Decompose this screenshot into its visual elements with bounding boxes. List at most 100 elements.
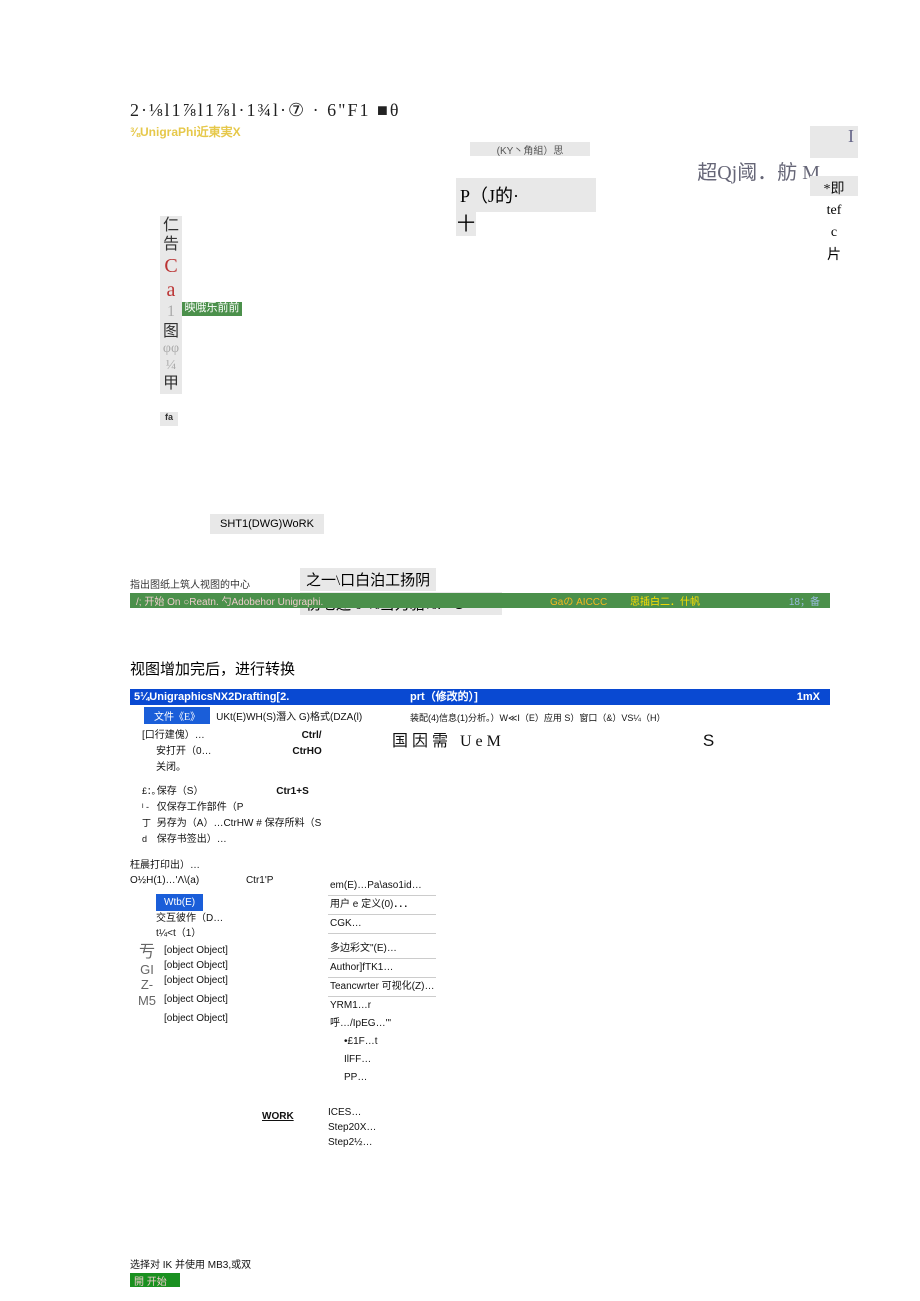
- title-bar: 5¼UnigraphicsNX2Drafting[2. prt（修改的）] 1m…: [130, 689, 830, 705]
- hotkey: Ctr1+S: [276, 784, 309, 800]
- sht-label[interactable]: SHT1(DWG)WoRK: [210, 514, 324, 534]
- menu-label: 保存书签出）…: [157, 834, 227, 845]
- export-item[interactable]: 呼…/IpEG…'": [328, 1015, 436, 1033]
- taskbar-1[interactable]: /; 开始 On ○Reatn. 勺Adobehor Unigraphi. Ga…: [130, 593, 830, 608]
- hotkey: CtrHO: [292, 744, 321, 760]
- plus-icon[interactable]: 十: [456, 210, 476, 236]
- export-item[interactable]: 多边彩文"(E)…: [328, 940, 436, 959]
- export-item[interactable]: YRM1…r: [328, 997, 436, 1015]
- menubar-right[interactable]: 装配(4)信息(1)分析。）W≪I（E）应用 S）窗口（&）VS¼（H）: [410, 711, 665, 724]
- start-button[interactable]: 開 开始: [130, 1273, 180, 1287]
- toolbar-text: 国因需 UeM: [392, 733, 505, 750]
- footer-hint: 指出图纸上筑人视图的中心: [130, 576, 920, 591]
- menu-item-saveas[interactable]: 丁 另存为（A）…CtrHW # 保存所料（S: [142, 816, 830, 832]
- side-char: 1: [160, 302, 182, 321]
- export-item[interactable]: Author]fTK1…: [328, 959, 436, 978]
- star-label: *即: [810, 176, 858, 196]
- title-mid: prt（修改的）]: [410, 689, 478, 705]
- menu-area: 文件《E》 UKt(E)WH(S)潛入 G)格式(DZA(l) 装配(4)信息(…: [130, 707, 830, 1287]
- menu-item-t[interactable]: t¼<t（1）: [156, 926, 830, 941]
- taskbar-time: 18；备: [789, 593, 820, 608]
- step-col: ICES… Step20X… Step2½…: [328, 1105, 376, 1150]
- side-char-c: C: [160, 254, 182, 278]
- prefix: £：。: [142, 784, 154, 798]
- prefix: d: [142, 832, 154, 846]
- work-label: WORK: [262, 1111, 294, 1122]
- step-item[interactable]: Step20X…: [328, 1120, 376, 1135]
- menu-label: 保存（S）: [157, 786, 204, 797]
- tef-list: tef c 片: [810, 200, 858, 267]
- menu-label: 关闭。: [156, 760, 186, 776]
- side-char: ¼: [160, 358, 182, 375]
- app-title: ⅜UnigraPhi近東実X: [130, 123, 920, 140]
- section-caption: 视图增加完后，进行转换: [130, 658, 920, 679]
- export-item[interactable]: IlFF…: [342, 1051, 436, 1069]
- menu-item-print[interactable]: 枉晨打印出）…: [130, 858, 830, 873]
- taskbar-orange[interactable]: Gaの AICCC: [550, 593, 607, 608]
- left-sidebar: 仁 告 C a 1 映哦乐前前 图 φφ ¼ 甲 fa: [160, 216, 920, 426]
- menu-label: 另存为（A）…CtrHW: [157, 818, 254, 829]
- tef-item: 片: [810, 245, 858, 267]
- glyph: GI: [134, 962, 160, 978]
- side-char: 告: [160, 235, 182, 254]
- export-item[interactable]: em(E)…Pa\aso1id…: [328, 877, 436, 896]
- prefix: ᴵ -: [142, 800, 154, 814]
- glyph: M5: [134, 993, 160, 1009]
- menu-item-xh0[interactable]: [object Object]: [164, 973, 830, 988]
- menu-item-recent[interactable]: [object Object]: [164, 992, 830, 1007]
- title-right[interactable]: 1mX: [797, 689, 820, 705]
- top-tab[interactable]: (KY丶角組）思: [470, 142, 590, 156]
- glyph: Z-: [134, 977, 160, 993]
- export-item[interactable]: PP…: [342, 1069, 436, 1087]
- menu-label: 枉晨打印出）…: [130, 860, 200, 871]
- status-hint: 选择对 IK 并使用 MB3,或双: [130, 1256, 830, 1271]
- p-block: P（J的·: [456, 178, 596, 212]
- title-left: 5¼UnigraphicsNX2Drafting[2.: [134, 691, 289, 703]
- taskbar-left[interactable]: /; 开始 On ○Reatn. 勺Adobehor Unigraphi.: [136, 597, 323, 608]
- file-menu-items-2: 枉晨打印出）… O½H(1)…'Λ\(a) Ctr1'P Wtb(E) 交互彼作…: [130, 858, 830, 1026]
- menubar-text[interactable]: UKt(E)WH(S)潛入 G)格式(DZA(l): [216, 708, 362, 723]
- top-right-letter: I: [810, 126, 858, 158]
- export-item[interactable]: CGK…: [328, 915, 436, 934]
- toolbar-s: S: [703, 731, 718, 750]
- export-button[interactable]: Wtb(E): [156, 894, 203, 911]
- hotkey: Ctr1'P: [246, 875, 273, 886]
- menu-label: 安打开（0…: [156, 744, 212, 760]
- menu-item-utility[interactable]: [object Object]: [164, 943, 830, 958]
- menu-label: [口行建傀）…: [142, 730, 205, 741]
- side-green-tag[interactable]: 映哦乐前前: [182, 302, 242, 316]
- menu-item-exit[interactable]: [object Object]: [164, 1011, 830, 1026]
- menu-item-close[interactable]: 关闭。: [142, 760, 830, 776]
- export-item[interactable]: •£1F…t: [342, 1033, 436, 1051]
- menu-item-plot[interactable]: O½H(1)…'Λ\(a) Ctr1'P: [130, 873, 830, 888]
- chaoqi-main: 超Qj阈．舫 M: [697, 162, 820, 184]
- text-line-1: 之一\口白泊工扬阴: [300, 568, 436, 591]
- menu-item-save-bookmark[interactable]: d 保存书签出）…: [142, 832, 830, 848]
- step-item[interactable]: Step2½…: [328, 1135, 376, 1150]
- side-char: 仁: [160, 216, 182, 235]
- side-char: φφ: [160, 341, 182, 358]
- menu-item-save[interactable]: £：。 保存（S） Ctr1+S: [142, 784, 830, 800]
- file-menu-button[interactable]: 文件《E》: [144, 707, 210, 724]
- side-fa: fa: [160, 412, 178, 426]
- taskbar-yellow[interactable]: 思插白二．什帆: [630, 593, 700, 608]
- export-item[interactable]: Teancwrter 可视化(Z)…: [328, 978, 436, 997]
- step-item[interactable]: ICES…: [328, 1105, 376, 1120]
- side-char: 甲: [160, 374, 182, 393]
- prefix: 丁: [142, 816, 154, 830]
- side-char: 图: [160, 322, 182, 341]
- left-glyph-col: 亐 GI Z- M5: [134, 943, 160, 1009]
- export-submenu: em(E)…Pa\aso1id… 用户 e 定义(0)．．． CGK… 多边彩文…: [328, 877, 436, 1087]
- chaoqi-text: 超Qj阈．舫 M: [697, 156, 820, 185]
- menu-item-ugopen[interactable]: [object Object]: [164, 958, 830, 973]
- menu-label: 仅保存工作部件（P: [157, 802, 244, 813]
- menu-item-interop[interactable]: 交互彼作（D…: [156, 911, 830, 926]
- glyph: 亐: [134, 943, 160, 962]
- menu-label: O½H(1)…'Λ\(a): [130, 875, 199, 886]
- tef-item: tef: [810, 200, 858, 222]
- tef-item: c: [810, 222, 858, 244]
- export-item[interactable]: 用户 e 定义(0)．．．: [328, 896, 436, 915]
- hotkey: Ctrl/: [302, 728, 322, 744]
- side-char-a: a: [160, 278, 182, 302]
- menu-item-save-work[interactable]: ᴵ - 仅保存工作部件（P: [142, 800, 830, 816]
